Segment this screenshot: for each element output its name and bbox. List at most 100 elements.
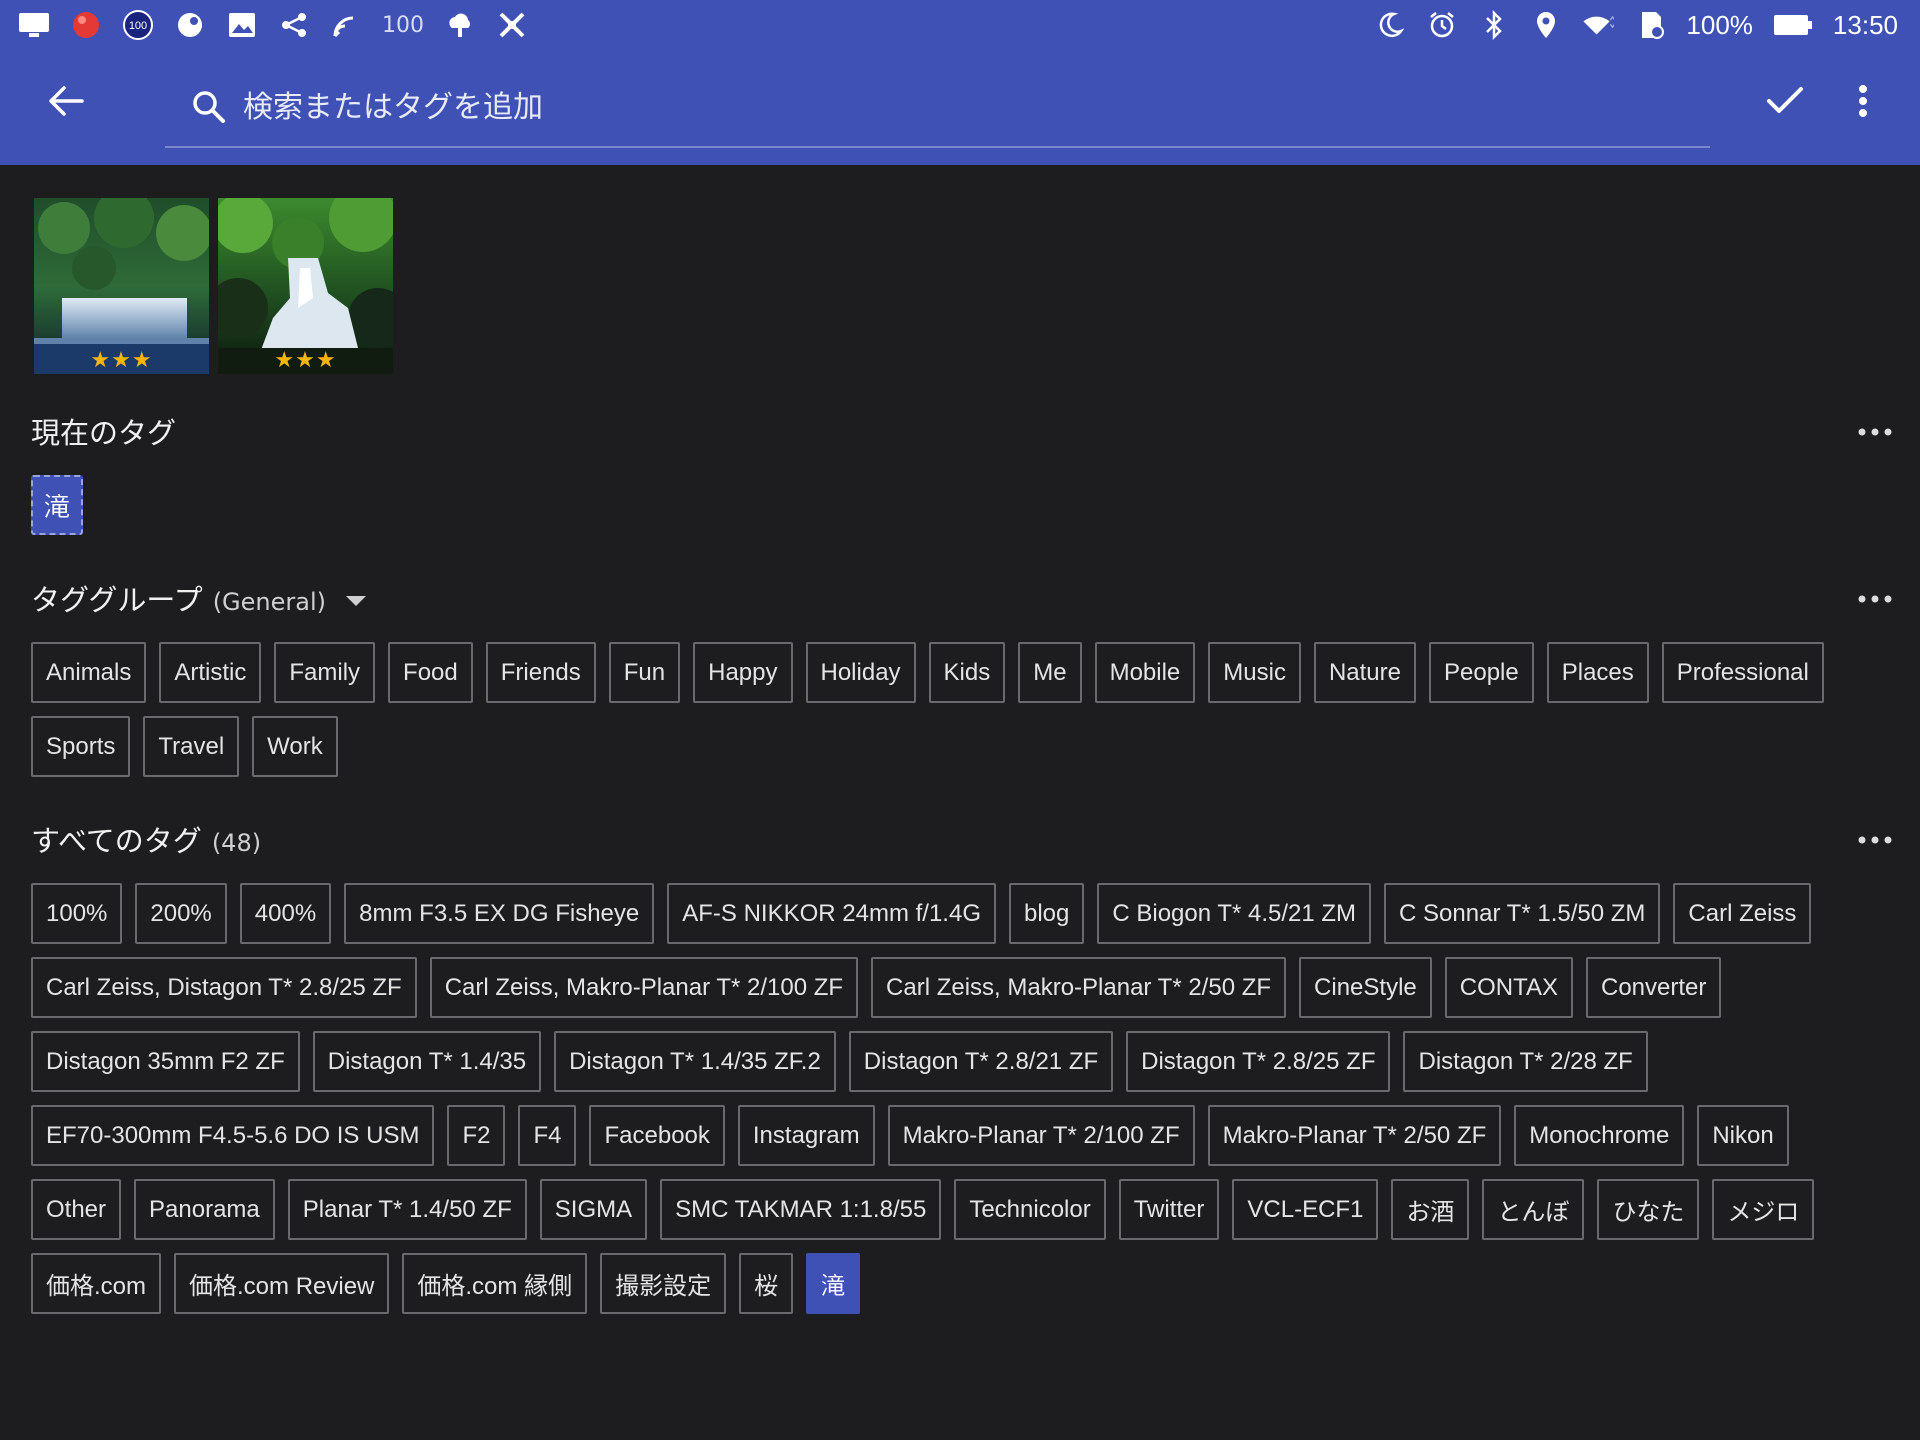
tag-chip[interactable]: Makro-Planar T* 2/50 ZF [1207, 1105, 1502, 1166]
photo-thumbnail[interactable]: ★★★ [34, 198, 209, 374]
tag-chip[interactable]: Family [274, 642, 376, 703]
tag-chip[interactable]: blog [1008, 883, 1085, 944]
tag-chip[interactable]: 価格.com [31, 1253, 162, 1314]
tag-chip[interactable]: Carl Zeiss [1673, 883, 1812, 944]
tag-chip[interactable]: Sports [31, 716, 131, 777]
tag-chip[interactable]: メジロ [1712, 1179, 1815, 1240]
back-button[interactable] [36, 78, 96, 128]
clock: 13:50 [1832, 9, 1898, 40]
search-icon [189, 87, 229, 127]
app-bar [0, 50, 1920, 165]
all-tags-more-button[interactable] [1855, 826, 1895, 850]
tag-chip[interactable]: People [1429, 642, 1534, 703]
tag-chip[interactable]: Carl Zeiss, Distagon T* 2.8/25 ZF [31, 957, 417, 1018]
tag-chip[interactable]: 滝 [806, 1253, 861, 1314]
tag-chip[interactable]: 8mm F3.5 EX DG Fisheye [344, 883, 655, 944]
tag-chip[interactable]: Nikon [1697, 1105, 1789, 1166]
search-input[interactable] [243, 77, 1710, 137]
tag-chip[interactable]: お酒 [1391, 1179, 1470, 1240]
tag-chip[interactable]: C Biogon T* 4.5/21 ZM [1097, 883, 1372, 944]
tag-chip[interactable]: とんぼ [1482, 1179, 1585, 1240]
overflow-menu-button[interactable] [1845, 78, 1881, 128]
tag-chip[interactable]: CineStyle [1299, 957, 1432, 1018]
tag-chip[interactable]: Mobile [1094, 642, 1196, 703]
tag-chip[interactable]: Places [1546, 642, 1649, 703]
tag-chip[interactable]: Other [31, 1179, 122, 1240]
tag-chip[interactable]: AF-S NIKKOR 24mm f/1.4G [667, 883, 996, 944]
confirm-button[interactable] [1760, 78, 1810, 128]
satellite-icon [496, 9, 528, 41]
more-horiz-icon [1858, 829, 1892, 848]
tag-chip[interactable]: Distagon T* 2.8/21 ZF [848, 1031, 1114, 1092]
tag-chip[interactable]: EF70-300mm F4.5-5.6 DO IS USM [31, 1105, 435, 1166]
tag-chip[interactable]: Carl Zeiss, Makro-Planar T* 2/100 ZF [429, 957, 859, 1018]
tag-chip[interactable]: Animals [31, 642, 147, 703]
tag-chip[interactable]: Travel [143, 716, 240, 777]
photo-thumbnail[interactable]: ★★★ [218, 198, 393, 374]
tag-chip[interactable]: F4 [518, 1105, 577, 1166]
tag-chip[interactable]: Twitter [1118, 1179, 1220, 1240]
tag-chip[interactable]: Me [1018, 642, 1082, 703]
tag-chip[interactable]: C Sonnar T* 1.5/50 ZM [1384, 883, 1661, 944]
tag-chip[interactable]: Converter [1585, 957, 1722, 1018]
tag-chip[interactable]: Food [388, 642, 473, 703]
tag-chip[interactable]: Technicolor [954, 1179, 1106, 1240]
tag-chip[interactable]: Professional [1661, 642, 1824, 703]
tag-chip[interactable]: Carl Zeiss, Makro-Planar T* 2/50 ZF [871, 957, 1287, 1018]
tag-chip[interactable]: Work [252, 716, 338, 777]
dropdown-arrow-icon[interactable] [346, 596, 366, 606]
tag-chip[interactable]: Distagon T* 1.4/35 [312, 1031, 542, 1092]
check-icon [1766, 86, 1804, 120]
tag-group-more-button[interactable] [1855, 585, 1895, 609]
tag-chip[interactable]: Panorama [134, 1179, 275, 1240]
sd-card-icon [1634, 9, 1666, 41]
tag-chip[interactable]: 桜 [739, 1253, 794, 1314]
ball-icon [70, 9, 102, 41]
tag-chip[interactable]: ひなた [1597, 1179, 1700, 1240]
location-icon [1530, 9, 1562, 41]
tag-chip[interactable]: Distagon T* 2/28 ZF [1403, 1031, 1648, 1092]
monitor-icon [18, 9, 50, 41]
status-bar: 100 100 100% 13:50 [0, 0, 1920, 50]
tag-chip[interactable]: VCL-ECF1 [1232, 1179, 1379, 1240]
tag-chip[interactable]: Monochrome [1514, 1105, 1685, 1166]
more-horiz-icon [1858, 421, 1892, 440]
tag-chip[interactable]: CONTAX [1444, 957, 1573, 1018]
arrow-back-icon [48, 85, 84, 121]
tag-chip[interactable]: Artistic [159, 642, 262, 703]
tag-chip[interactable]: Holiday [805, 642, 916, 703]
current-tags-heading: 現在のタグ [31, 410, 176, 452]
tag-group-heading: タググループ (General) [31, 577, 366, 619]
tag-chip[interactable]: Fun [608, 642, 681, 703]
tag-chip[interactable]: Happy [693, 642, 793, 703]
tag-chip[interactable]: Planar T* 1.4/50 ZF [287, 1179, 527, 1240]
tag-chip[interactable]: Distagon T* 2.8/25 ZF [1126, 1031, 1391, 1092]
tag-chip[interactable]: Music [1208, 642, 1301, 703]
tag-chip[interactable]: Kids [928, 642, 1006, 703]
tag-group-title: タググループ [31, 583, 203, 617]
tag-chip[interactable]: 価格.com Review [174, 1253, 390, 1314]
tag-chip[interactable]: Nature [1313, 642, 1416, 703]
tag-chip[interactable]: F2 [447, 1105, 506, 1166]
tag-chip[interactable]: 100% [31, 883, 123, 944]
tag-chip[interactable]: Makro-Planar T* 2/100 ZF [887, 1105, 1195, 1166]
status-text-100: 100 [382, 12, 424, 38]
all-tags-count: (48) [211, 829, 262, 857]
tag-chip[interactable]: Facebook [589, 1105, 725, 1166]
tag-chip[interactable]: 400% [239, 883, 332, 944]
more-horiz-icon [1858, 588, 1892, 607]
tag-chip[interactable]: 200% [135, 883, 227, 944]
tag-chip[interactable]: Friends [485, 642, 596, 703]
tag-chip[interactable]: Distagon T* 1.4/35 ZF.2 [554, 1031, 836, 1092]
badge-100-icon: 100 [122, 9, 154, 41]
tag-chip[interactable]: SMC TAKMAR 1:1.8/55 [660, 1179, 942, 1240]
tag-group-name[interactable]: (General) [213, 588, 326, 616]
signal-icon [330, 9, 362, 41]
current-tags-more-button[interactable] [1855, 418, 1895, 442]
tag-chip[interactable]: Distagon 35mm F2 ZF [31, 1031, 300, 1092]
current-tag-chip[interactable]: 滝 [31, 475, 83, 535]
tag-chip[interactable]: Instagram [737, 1105, 875, 1166]
tag-chip[interactable]: 撮影設定 [600, 1253, 727, 1314]
tag-chip[interactable]: SIGMA [539, 1179, 648, 1240]
tag-chip[interactable]: 価格.com 縁側 [402, 1253, 588, 1314]
